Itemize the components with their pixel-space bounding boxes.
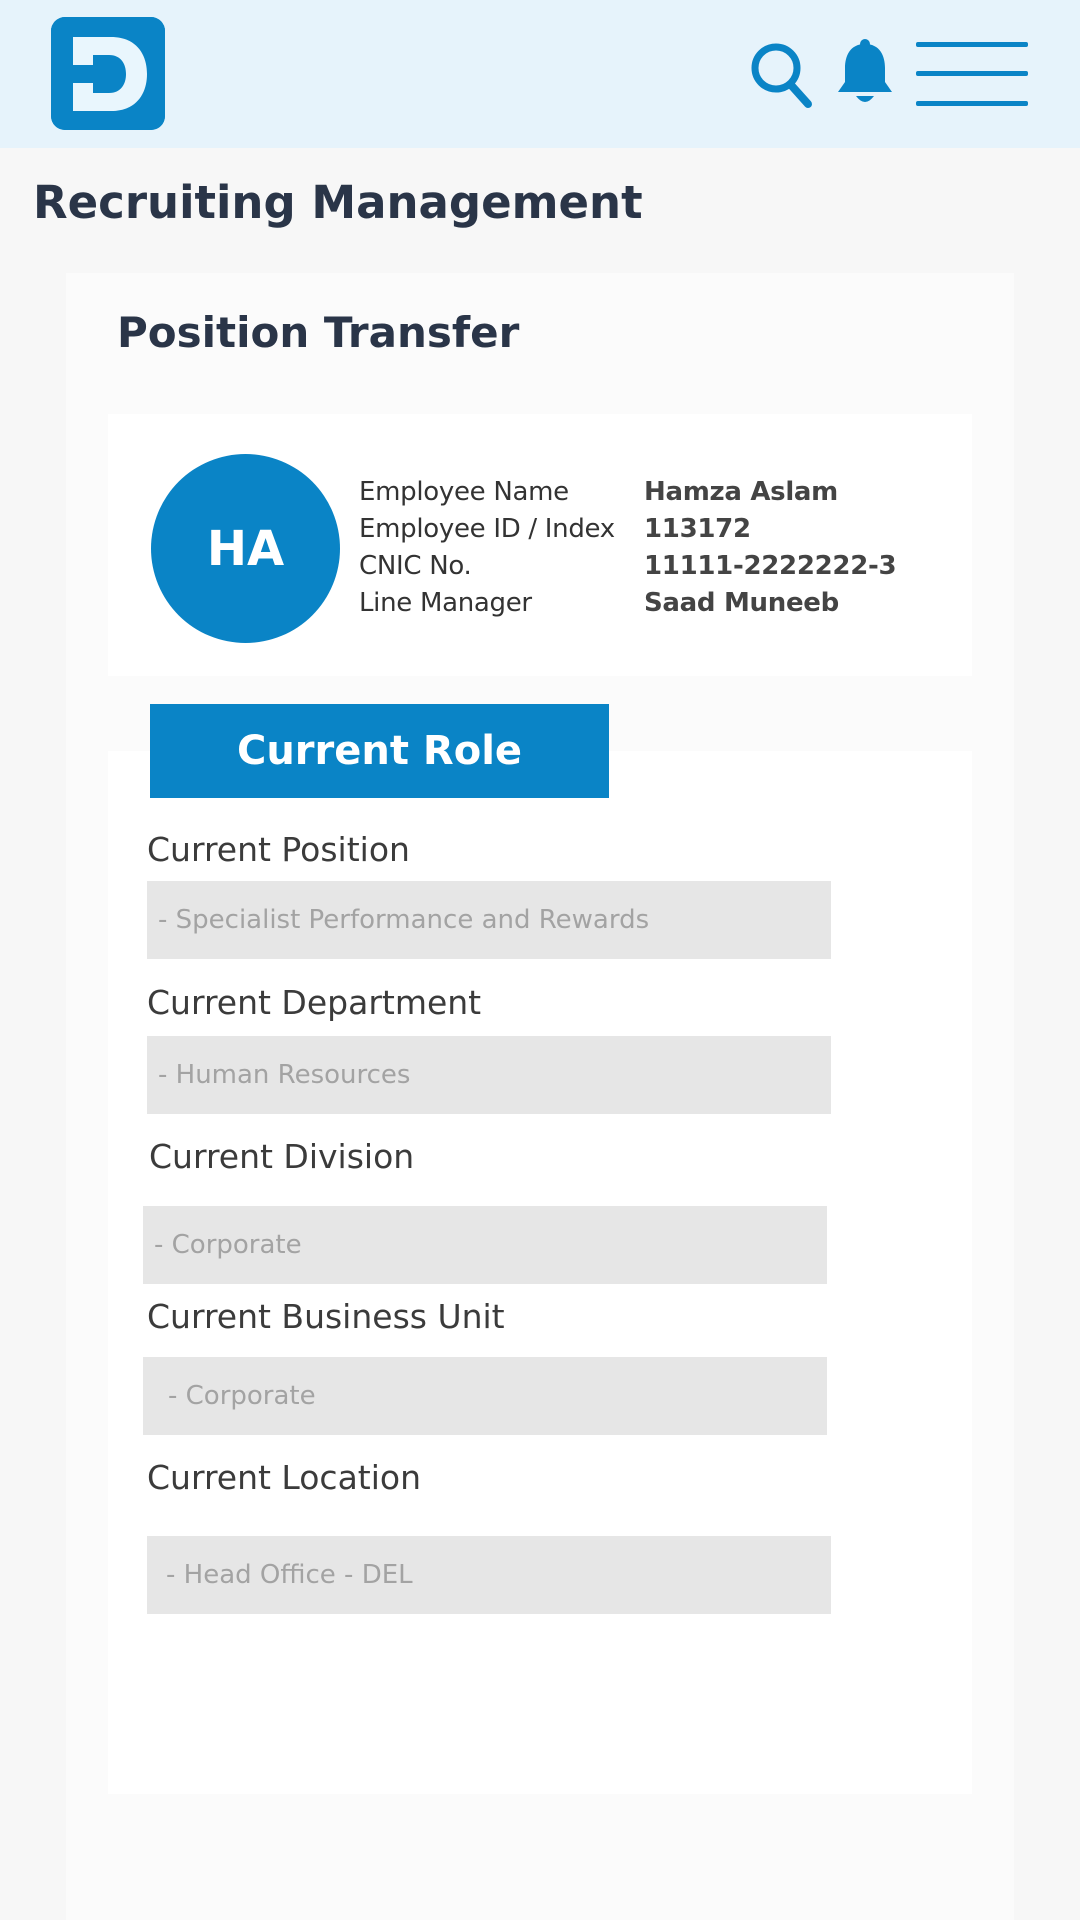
line-manager-row: Line Manager Saad Muneeb	[359, 588, 959, 625]
logo-d-icon	[51, 17, 165, 130]
current-business-unit-label: Current Business Unit	[147, 1297, 505, 1336]
cnic-row: CNIC No. 11111-2222222-3	[359, 551, 959, 588]
current-business-unit-field[interactable]: - Corporate	[143, 1357, 827, 1435]
current-position-field[interactable]: - Specialist Performance and Rewards	[147, 881, 831, 959]
employee-info-panel: HA Employee Name Hamza Aslam Employee ID…	[108, 414, 972, 676]
current-location-field[interactable]: - Head Office - DEL	[147, 1536, 831, 1614]
cnic-label: CNIC No.	[359, 551, 472, 581]
notifications-button[interactable]	[836, 38, 894, 108]
app-header	[0, 0, 1080, 148]
position-transfer-card: Position Transfer HA Employee Name Hamza…	[66, 273, 1014, 1920]
current-division-field[interactable]: - Corporate	[143, 1206, 827, 1284]
tab-current-role[interactable]: Current Role	[150, 704, 609, 798]
current-position-label: Current Position	[147, 830, 410, 869]
avatar: HA	[151, 454, 340, 643]
page-title: Recruiting Management	[33, 176, 643, 229]
current-department-label: Current Department	[147, 983, 482, 1022]
app-logo[interactable]	[51, 17, 165, 130]
menu-button[interactable]	[916, 40, 1028, 108]
search-button[interactable]	[748, 40, 814, 110]
employee-id-value: 113172	[644, 514, 751, 544]
current-division-label: Current Division	[149, 1137, 415, 1176]
employee-name-value: Hamza Aslam	[644, 477, 838, 507]
bell-icon	[838, 39, 892, 102]
search-icon	[751, 43, 812, 108]
current-department-field[interactable]: - Human Resources	[147, 1036, 831, 1114]
line-manager-label: Line Manager	[359, 588, 532, 618]
employee-name-row: Employee Name Hamza Aslam	[359, 477, 959, 514]
line-manager-value: Saad Muneeb	[644, 588, 839, 618]
employee-name-label: Employee Name	[359, 477, 569, 507]
current-location-label: Current Location	[147, 1458, 422, 1497]
employee-id-label: Employee ID / Index	[359, 514, 615, 544]
hamburger-menu-icon	[916, 42, 1028, 106]
cnic-value: 11111-2222222-3	[644, 551, 897, 581]
card-title: Position Transfer	[117, 308, 520, 357]
employee-id-row: Employee ID / Index 113172	[359, 514, 959, 551]
